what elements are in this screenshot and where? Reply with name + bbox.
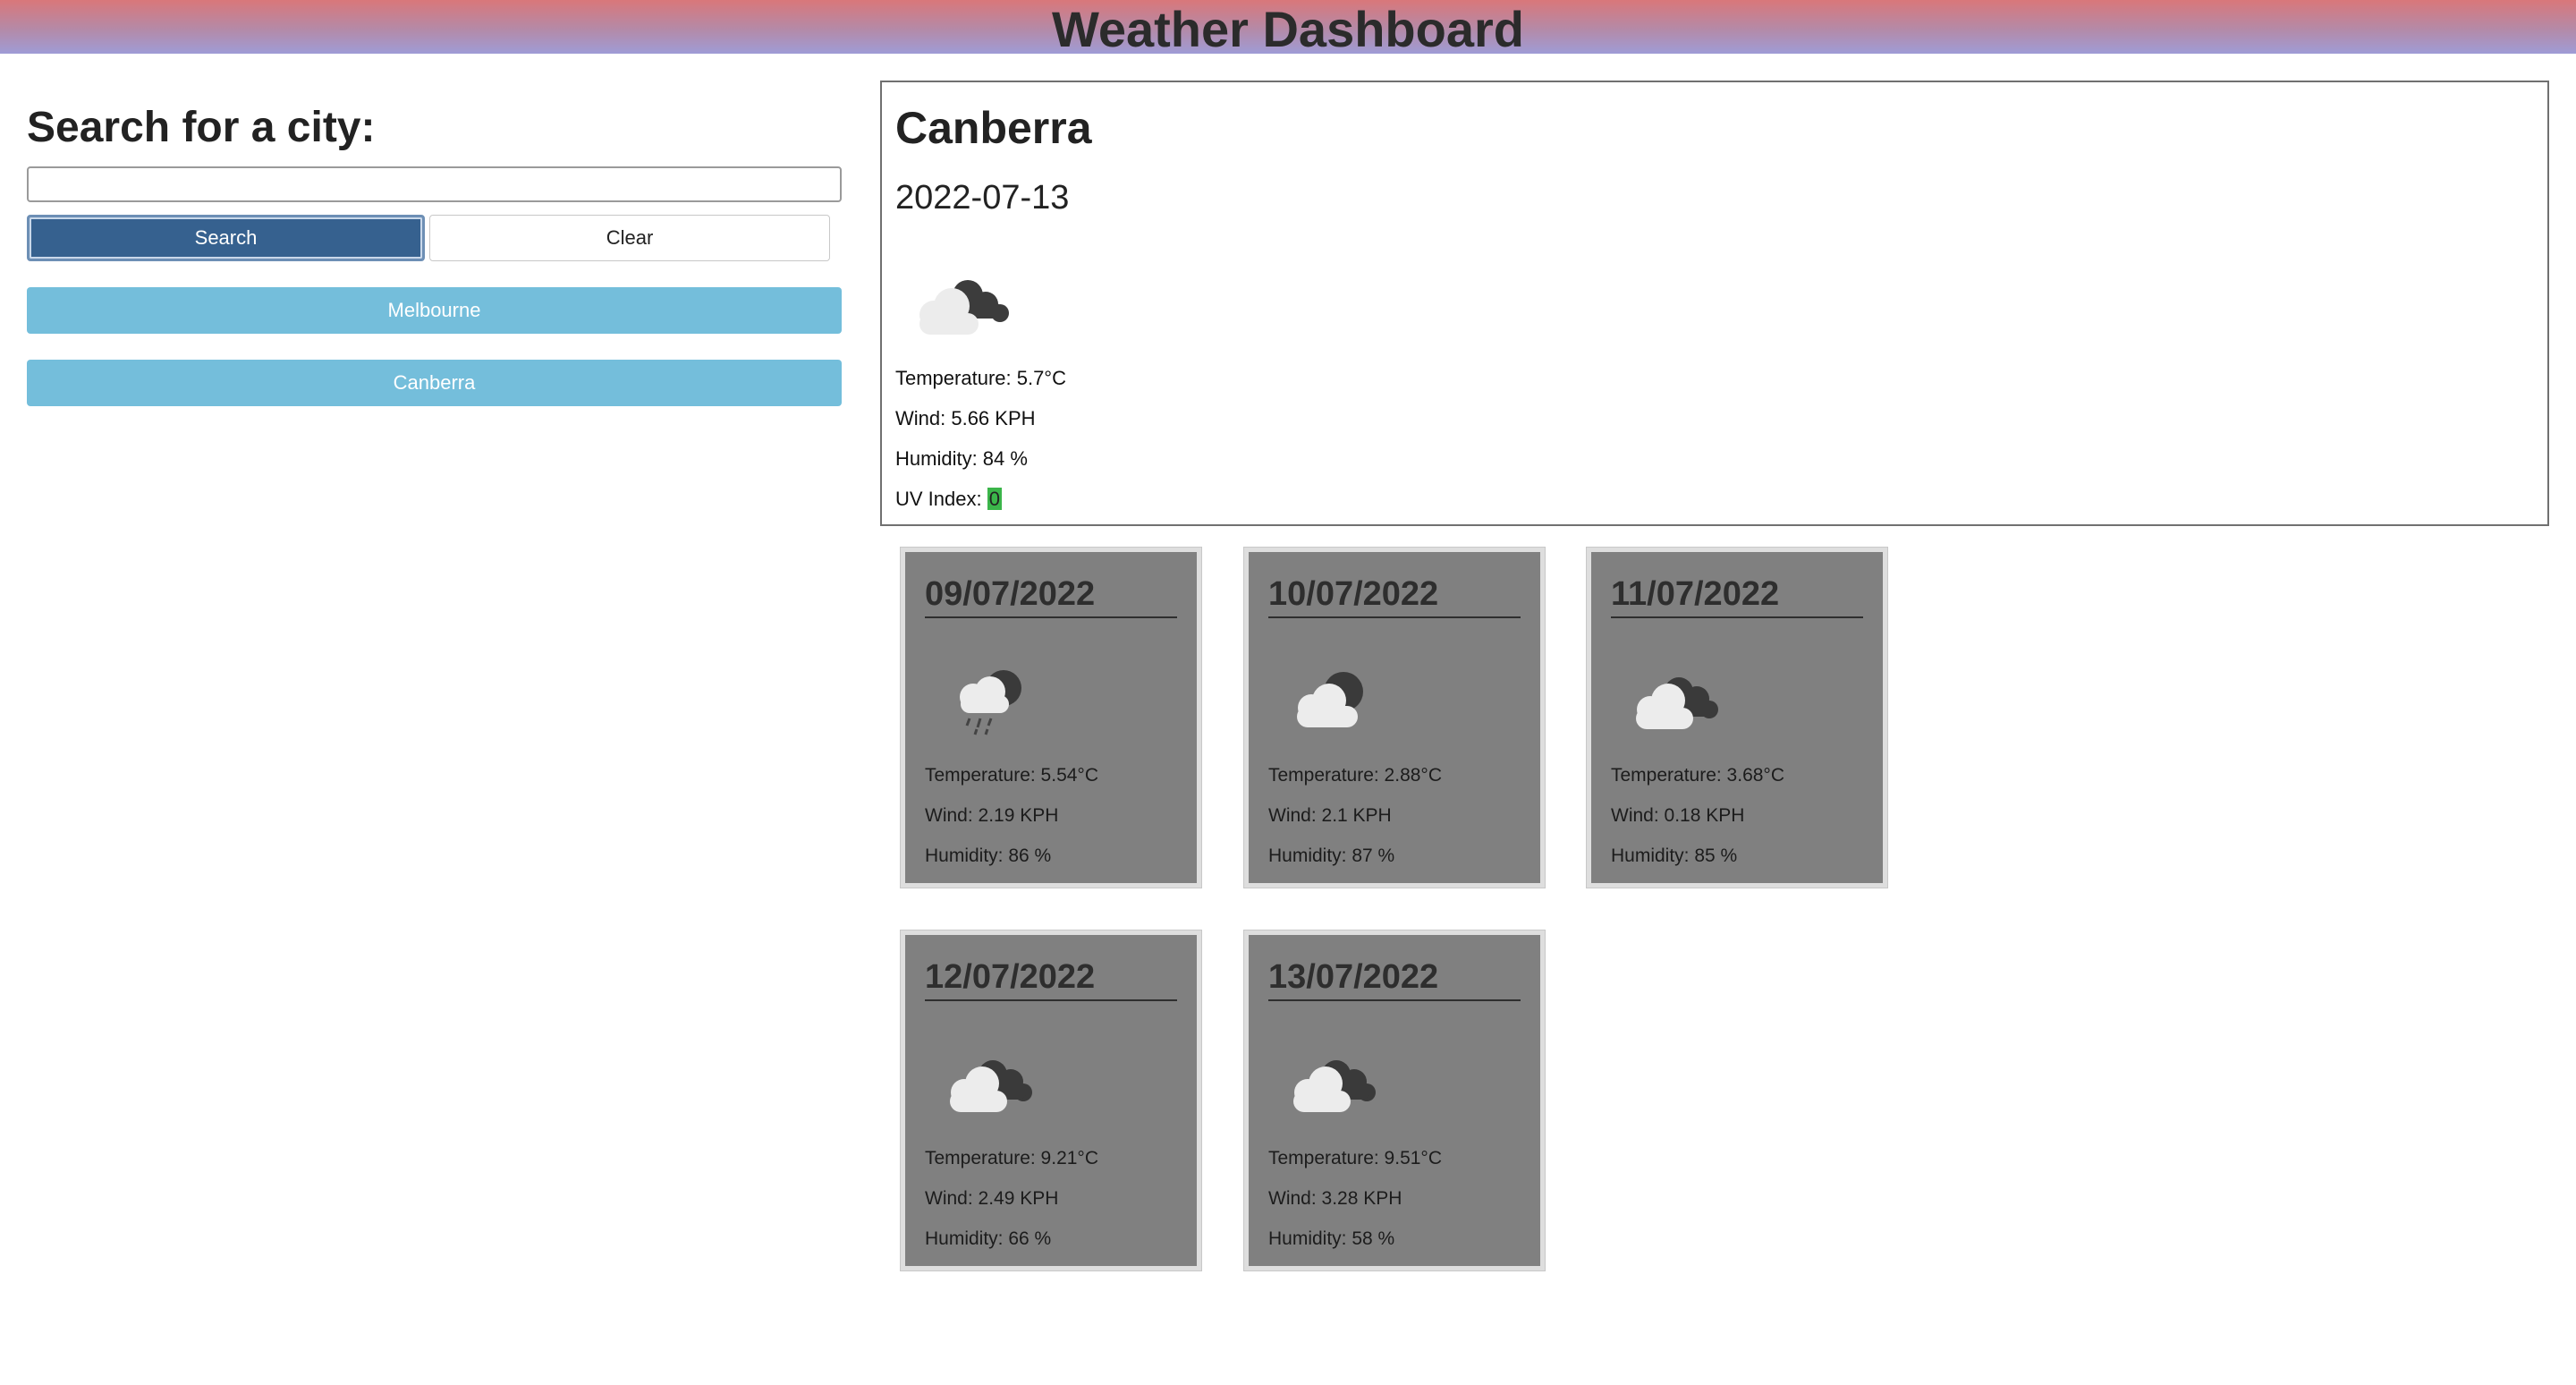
forecast-wind: Wind: 2.19 KPH <box>925 805 1059 826</box>
history-city-button[interactable]: Melbourne <box>27 287 842 334</box>
current-wind: Wind: 5.66 KPH <box>895 407 1036 429</box>
forecast-humidity: Humidity: 66 % <box>925 1228 1052 1249</box>
current-weather-panel: Canberra 2022-07-13 Temperature: 5.7°C W… <box>880 81 2549 526</box>
page-title: Weather Dashboard <box>1052 1 1524 57</box>
current-date: 2022-07-13 <box>895 179 1070 217</box>
forecast-card: 11/07/2022 Temperature: 3.68°C Wind: 0.1… <box>1586 547 1888 888</box>
broken-clouds-icon <box>950 1060 1032 1112</box>
forecast-temperature: Temperature: 9.51°C <box>1268 1148 1442 1168</box>
forecast-card: 13/07/2022 Temperature: 9.51°C Wind: 3.2… <box>1243 930 1546 1271</box>
forecast-wind: Wind: 3.28 KPH <box>1268 1188 1402 1209</box>
forecast-card: 10/07/2022 Temperature: 2.88°C Wind: 2.1… <box>1243 547 1546 888</box>
forecast-temperature: Temperature: 3.68°C <box>1611 765 1784 786</box>
current-city-name: Canberra <box>895 103 1092 153</box>
forecast-temperature: Temperature: 2.88°C <box>1268 765 1442 786</box>
cloud-night-icon <box>1297 672 1363 727</box>
uv-label: UV Index: <box>895 488 987 510</box>
current-humidity: Humidity: 84 % <box>895 447 1028 470</box>
forecast-wind: Wind: 2.49 KPH <box>925 1188 1059 1209</box>
page-header: Weather Dashboard <box>0 0 2576 57</box>
forecast-humidity: Humidity: 58 % <box>1268 1228 1395 1249</box>
forecast-temperature: Temperature: 5.54°C <box>925 765 1098 786</box>
uv-index-badge: 0 <box>987 488 1002 510</box>
search-panel: Search for a city: Search Clear Melbourn… <box>27 98 842 406</box>
broken-clouds-icon <box>1636 677 1718 729</box>
city-search-input[interactable] <box>27 166 842 202</box>
broken-clouds-icon <box>1293 1060 1376 1112</box>
search-heading: Search for a city: <box>27 104 376 151</box>
forecast-humidity: Humidity: 86 % <box>925 845 1052 866</box>
current-uv-row: UV Index: 0 <box>895 488 1002 511</box>
forecast-card: 09/07/2022 Temperature: 5.54°C Wind: 2.1… <box>900 547 1202 888</box>
clear-button[interactable]: Clear <box>429 215 830 261</box>
forecast-humidity: Humidity: 87 % <box>1268 845 1395 866</box>
forecast-date: 12/07/2022 <box>925 956 1177 1001</box>
forecast-temperature: Temperature: 9.21°C <box>925 1148 1098 1168</box>
forecast-date: 11/07/2022 <box>1611 574 1863 618</box>
forecast-wind: Wind: 2.1 KPH <box>1268 805 1392 826</box>
forecast-card: 12/07/2022 Temperature: 9.21°C Wind: 2.4… <box>900 930 1202 1271</box>
partly-cloudy-icon <box>919 280 1009 335</box>
history-city-button[interactable]: Canberra <box>27 360 842 406</box>
forecast-wind: Wind: 0.18 KPH <box>1611 805 1745 826</box>
rain-night-icon <box>960 670 1021 735</box>
forecast-humidity: Humidity: 85 % <box>1611 845 1738 866</box>
forecast-date: 09/07/2022 <box>925 574 1177 618</box>
search-button[interactable]: Search <box>27 215 425 261</box>
forecast-date: 10/07/2022 <box>1268 574 1521 618</box>
current-temperature: Temperature: 5.7°C <box>895 367 1066 389</box>
forecast-date: 13/07/2022 <box>1268 956 1521 1001</box>
